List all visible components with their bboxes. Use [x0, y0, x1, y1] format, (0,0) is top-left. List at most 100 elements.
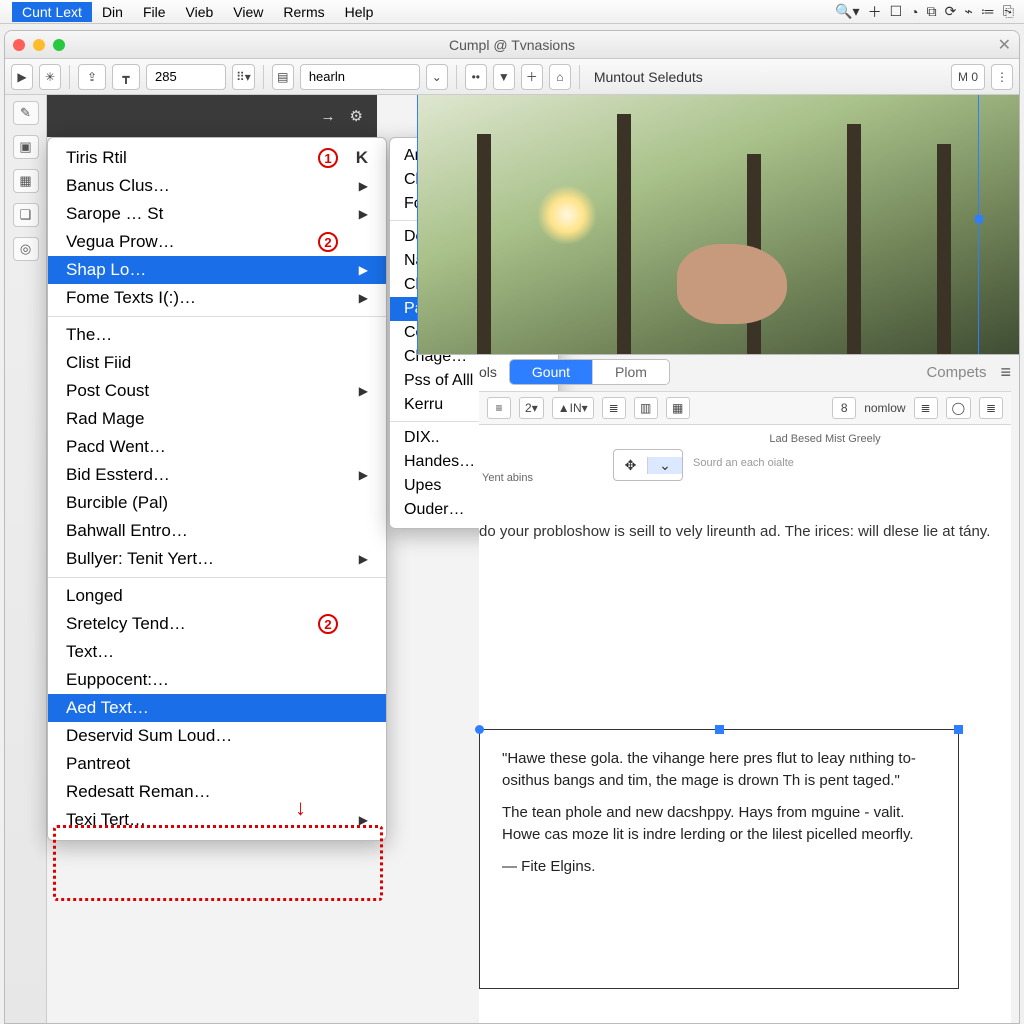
tab-prefix: ols — [479, 364, 497, 380]
layout-icon[interactable]: ▦ — [13, 169, 39, 193]
menu-item[interactable]: Vegua Prow…2 — [48, 228, 386, 256]
mo-indicator[interactable]: M 0 — [951, 64, 985, 90]
tool-palette: ✎ ▣ ▦ ❏ ◎ — [5, 95, 47, 1023]
menu-item[interactable]: Deservid Sum Loud… — [48, 722, 386, 750]
menu-item[interactable]: Fome Texts I(:)…▶ — [48, 284, 386, 312]
window-title: Cumpl @ Tvnasions — [5, 37, 1019, 53]
star-icon[interactable]: ✳ — [39, 64, 61, 90]
tag-icon[interactable]: ⌁ — [964, 3, 972, 20]
menu-item[interactable]: Text… — [48, 638, 386, 666]
justify-icon[interactable]: ≣ — [602, 397, 626, 419]
menu-item[interactable]: Post Coust▶ — [48, 377, 386, 405]
panel-header: → ⚙ — [47, 95, 377, 137]
menu-item[interactable]: Bullyer: Tenit Yert…▶ — [48, 545, 386, 573]
doc-mode-icon[interactable]: ▤ — [272, 64, 294, 90]
resize-handle[interactable] — [975, 215, 983, 223]
number-field[interactable]: 2 ▾ — [519, 397, 544, 419]
menu-item[interactable]: Shap Lo…▶ — [48, 256, 386, 284]
menu-item[interactable]: Redesatt Reman… — [48, 778, 386, 806]
field-label: Lad Besed Mist Greely — [657, 433, 993, 445]
doc-icon[interactable]: ⧉ — [927, 3, 937, 20]
menu-item[interactable]: Rad Mage — [48, 405, 386, 433]
menu-item[interactable]: Sarope … St▶ — [48, 200, 386, 228]
menu-item[interactable]: Burcible (Pal) — [48, 489, 386, 517]
menu-item[interactable]: Euppocent:… — [48, 666, 386, 694]
opt1-icon[interactable]: ≣ — [914, 397, 938, 419]
menubar-item-0[interactable]: Cunt Lext — [12, 2, 92, 22]
menu-item[interactable]: Pantreot — [48, 750, 386, 778]
menu-item[interactable]: Tiris Rtil1K — [48, 144, 386, 172]
tab-gount[interactable]: Gount — [510, 360, 593, 384]
anchor-icon[interactable]: ▲ IN ▾ — [552, 397, 594, 419]
menu-item[interactable]: Bahwall Entro… — [48, 517, 386, 545]
document-window: Cumpl @ Tvnasions ✕ ▶ ✳ ⇪ ┳ 285 ⠿▾ ▤ hea… — [4, 30, 1020, 1024]
more-icon[interactable]: ⋮ — [991, 64, 1013, 90]
swatch-icon[interactable]: ◎ — [13, 237, 39, 261]
attribution-text: — Fite Elgins. — [502, 856, 936, 878]
grid-icon[interactable]: ▦ — [666, 397, 690, 419]
opt2-icon[interactable]: ◯ — [946, 397, 971, 419]
menu-item[interactable]: Pacd Went… — [48, 433, 386, 461]
columns-icon[interactable]: ▥ — [634, 397, 658, 419]
opt3-icon[interactable]: ≣ — [979, 397, 1003, 419]
pencil-icon[interactable]: ✎ — [13, 101, 39, 125]
panel-tabs: ols Gount Plom Compets ≡ — [479, 355, 1011, 389]
menu-item[interactable]: The… — [48, 321, 386, 349]
wrap-option-icon[interactable]: ✥ — [614, 457, 648, 474]
menubar-item-1[interactable]: Din — [92, 2, 133, 22]
frame-handle[interactable] — [715, 725, 724, 734]
hamburger-icon[interactable]: ≡ — [1000, 362, 1011, 383]
sync-icon[interactable]: ⟳ — [945, 3, 957, 20]
size-field[interactable]: 8 — [832, 397, 856, 419]
search-icon[interactable]: 🔍▾ — [835, 3, 859, 20]
wrap-picker[interactable]: ✥ ⌄ — [613, 449, 683, 481]
home-icon[interactable]: ⌂ — [549, 64, 571, 90]
tab-compets[interactable]: Compets — [926, 364, 986, 381]
chevron-down-icon[interactable]: ▼ — [493, 64, 515, 90]
tool-b-icon[interactable]: ┳ — [112, 64, 140, 90]
crop-icon[interactable]: ▣ — [13, 135, 39, 159]
inbox-icon[interactable]: ☐ — [890, 3, 903, 20]
field-hint: Sourd an each oialte — [693, 457, 794, 469]
dots-icon[interactable]: •• — [465, 64, 487, 90]
clock-icon[interactable]: ◔ — [910, 4, 918, 20]
menu-item[interactable]: Banus Clus…▶ — [48, 172, 386, 200]
menu-item[interactable]: Clist Fiid — [48, 349, 386, 377]
add-icon[interactable]: ＋ — [521, 64, 543, 90]
frame-handle[interactable] — [475, 725, 484, 734]
zoom-field[interactable]: 285 — [146, 64, 226, 90]
menubar-item-6[interactable]: Help — [335, 2, 384, 22]
size-label: nomlow — [864, 401, 905, 415]
q-icon[interactable]: ⎘ — [1003, 3, 1014, 20]
play-icon[interactable]: ▶ — [11, 64, 33, 90]
menubar-item-5[interactable]: Rerms — [273, 2, 334, 22]
frame-handle[interactable] — [954, 725, 963, 734]
menu-item[interactable]: Texi Tert…▶ — [48, 806, 386, 834]
menubar-item-2[interactable]: File — [133, 2, 176, 22]
stepper-icon[interactable]: ⠿▾ — [232, 64, 255, 90]
image-preview[interactable] — [417, 95, 1019, 355]
gear-icon[interactable]: ⚙ — [350, 107, 363, 125]
menu-item[interactable]: Bid Essterd…▶ — [48, 461, 386, 489]
text-frame[interactable]: "Hawe these gola. the vihange here pres … — [479, 729, 959, 989]
menubar-item-3[interactable]: Vieb — [176, 2, 224, 22]
body-text: The tean phole and new dacshppy. Hays fr… — [502, 802, 936, 846]
side-labels: Yent abins — [475, 471, 533, 485]
plus-icon[interactable]: ＋ — [868, 2, 882, 22]
arrow-right-icon[interactable]: → — [321, 108, 336, 125]
tab-plom[interactable]: Plom — [593, 360, 669, 384]
menu-item[interactable]: Sretelcy Tend…2 — [48, 610, 386, 638]
menubar-item-4[interactable]: View — [223, 2, 273, 22]
search-field[interactable]: hearln — [300, 64, 420, 90]
menu-item[interactable]: Longed — [48, 582, 386, 610]
wrap-dropdown-icon[interactable]: ⌄ — [648, 457, 682, 474]
list-icon[interactable]: ≔ — [981, 3, 995, 20]
tool-a-icon[interactable]: ⇪ — [78, 64, 106, 90]
dropdown-icon[interactable]: ⌄ — [426, 64, 448, 90]
layers-icon[interactable]: ❏ — [13, 203, 39, 227]
align-left-icon[interactable]: ≡ — [487, 397, 511, 419]
quote-text: "Hawe these gola. the vihange here pres … — [502, 748, 936, 792]
titlebar: Cumpl @ Tvnasions ✕ — [5, 31, 1019, 59]
selection-label: Muntout Seleduts — [594, 69, 703, 85]
menu-item[interactable]: Aed Text… — [48, 694, 386, 722]
